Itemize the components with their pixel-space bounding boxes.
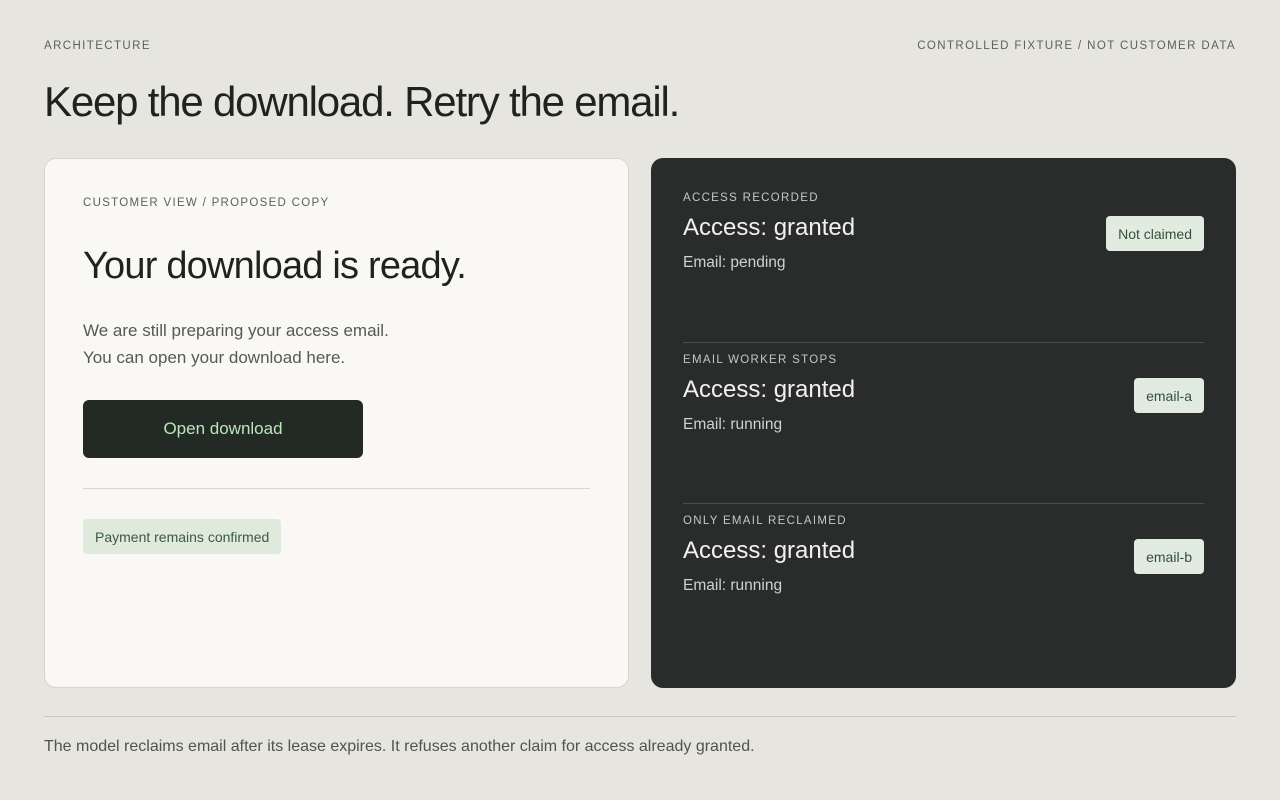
- state-email-status: Email: running: [683, 416, 783, 433]
- state-access-status: Access: granted: [683, 376, 856, 403]
- state-claim-badge: Not claimed: [1106, 216, 1204, 251]
- state-label: EMAIL WORKER STOPS: [683, 354, 838, 366]
- state-email-worker-stops: EMAIL WORKER STOPS Access: granted Email…: [683, 342, 1204, 503]
- customer-view-card: CUSTOMER VIEW / PROPOSED COPY Your downl…: [44, 158, 629, 688]
- customer-view-title: Your download is ready.: [83, 245, 467, 287]
- payment-status-badge: Payment remains confirmed: [83, 519, 282, 554]
- state-claim-badge: email-b: [1134, 539, 1204, 574]
- state-access-recorded: ACCESS RECORDED Access: granted Email: p…: [683, 181, 1204, 342]
- body-line-2: You can open your download here.: [83, 348, 346, 367]
- card-divider: [83, 488, 590, 489]
- state-access-status: Access: granted: [683, 214, 856, 241]
- page-headline: Keep the download. Retry the email.: [44, 78, 680, 125]
- fixture-label: CONTROLLED FIXTURE / NOT CUSTOMER DATA: [917, 40, 1236, 52]
- state-email-status: Email: pending: [683, 254, 786, 271]
- body-line-1: We are still preparing your access email…: [83, 321, 389, 340]
- footer-divider: [44, 716, 1236, 717]
- state-claim-badge: email-a: [1134, 378, 1204, 413]
- footer-note: The model reclaims email after its lease…: [44, 738, 755, 755]
- state-only-email-reclaimed: ONLY EMAIL RECLAIMED Access: granted Ema…: [683, 503, 1204, 664]
- state-label: ONLY EMAIL RECLAIMED: [683, 515, 847, 527]
- customer-view-body: We are still preparing your access email…: [83, 317, 389, 371]
- state-access-status: Access: granted: [683, 537, 856, 564]
- state-label: ACCESS RECORDED: [683, 192, 819, 204]
- state-timeline-card: ACCESS RECORDED Access: granted Email: p…: [651, 158, 1236, 688]
- section-label: ARCHITECTURE: [44, 40, 151, 52]
- state-email-status: Email: running: [683, 577, 783, 594]
- customer-view-label: CUSTOMER VIEW / PROPOSED COPY: [83, 197, 330, 209]
- open-download-button[interactable]: Open download: [83, 400, 363, 458]
